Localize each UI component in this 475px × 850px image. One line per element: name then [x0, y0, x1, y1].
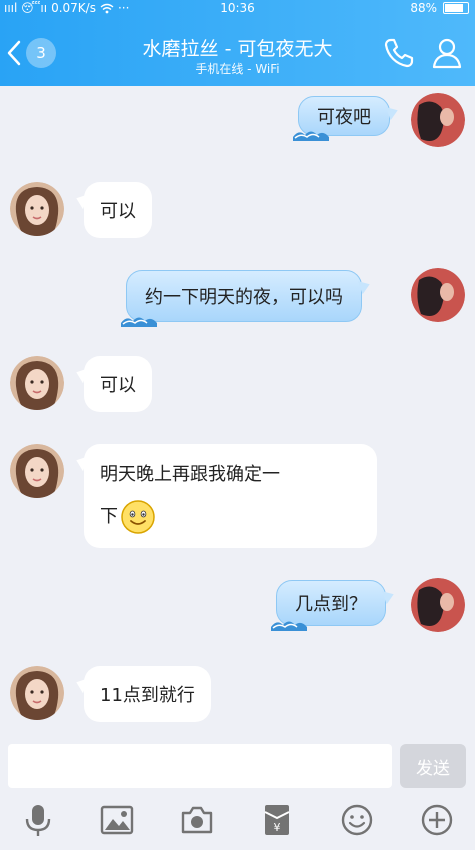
wave-decoration [121, 317, 157, 327]
my-avatar[interactable] [411, 268, 465, 322]
wave-decoration [271, 621, 307, 631]
battery-icon [443, 2, 469, 14]
contact-avatar[interactable] [10, 444, 64, 498]
phone-icon[interactable] [382, 36, 416, 70]
image-icon[interactable] [99, 802, 135, 838]
message-input[interactable] [8, 744, 392, 788]
avatar-image [411, 268, 465, 322]
message-text: 几点到？ [295, 594, 367, 615]
message-bubble-received[interactable]: 11点到就行 [73, 666, 211, 722]
message-text: 11点到就行 [100, 685, 195, 706]
svg-text:¥: ¥ [274, 821, 281, 834]
message-text: 可以 [100, 201, 136, 222]
my-avatar[interactable] [411, 578, 465, 632]
chat-header: ıııl 😴ıı 0.07K/s ··· 10:36 88% 3 水磨拉丝 - … [0, 0, 475, 86]
status-bar: ıııl 😴ıı 0.07K/s ··· 10:36 88% [0, 0, 475, 18]
chat-messages[interactable]: 可夜吧 可以 约一下明天的夜，可以吗 可以 明天晚上再跟我确定一 下 几点到？ … [0, 86, 475, 740]
wave-decoration [293, 131, 329, 141]
message-bubble-sent[interactable]: 约一下明天的夜，可以吗 [121, 270, 373, 327]
message-text: 可以 [100, 375, 136, 396]
clock: 10:36 [220, 1, 255, 15]
emoji-icon[interactable] [339, 802, 375, 838]
send-button[interactable]: 发送 [400, 744, 466, 788]
avatar-image [411, 578, 465, 632]
contact-avatar[interactable] [10, 666, 64, 720]
microphone-icon[interactable] [20, 802, 56, 838]
message-text: 约一下明天的夜，可以吗 [145, 287, 343, 308]
input-area: 发送 ¥ [0, 740, 475, 850]
message-bubble-sent[interactable]: 可夜吧 [293, 96, 401, 141]
contact-avatar[interactable] [10, 356, 64, 410]
battery-percent: 88% [410, 1, 437, 15]
message-bubble-received[interactable]: 可以 [73, 356, 152, 412]
plus-icon[interactable] [419, 802, 455, 838]
message-text-line: 明天晚上再跟我确定一 [100, 464, 280, 485]
contact-avatar[interactable] [10, 182, 64, 236]
my-avatar[interactable] [411, 93, 465, 147]
avatar-image [10, 182, 64, 236]
profile-icon[interactable] [430, 36, 464, 70]
smiley-emoji [121, 500, 155, 534]
message-bubble-received[interactable]: 可以 [73, 182, 152, 238]
message-bubble-sent[interactable]: 几点到？ [271, 580, 397, 631]
avatar-image [411, 93, 465, 147]
camera-icon[interactable] [179, 802, 215, 838]
message-text-line: 下 [100, 506, 118, 527]
avatar-image [10, 444, 64, 498]
message-bubble-received[interactable]: 明天晚上再跟我确定一 下 [73, 444, 377, 548]
avatar-image [10, 666, 64, 720]
red-packet-icon[interactable]: ¥ [259, 802, 295, 838]
avatar-image [10, 356, 64, 410]
